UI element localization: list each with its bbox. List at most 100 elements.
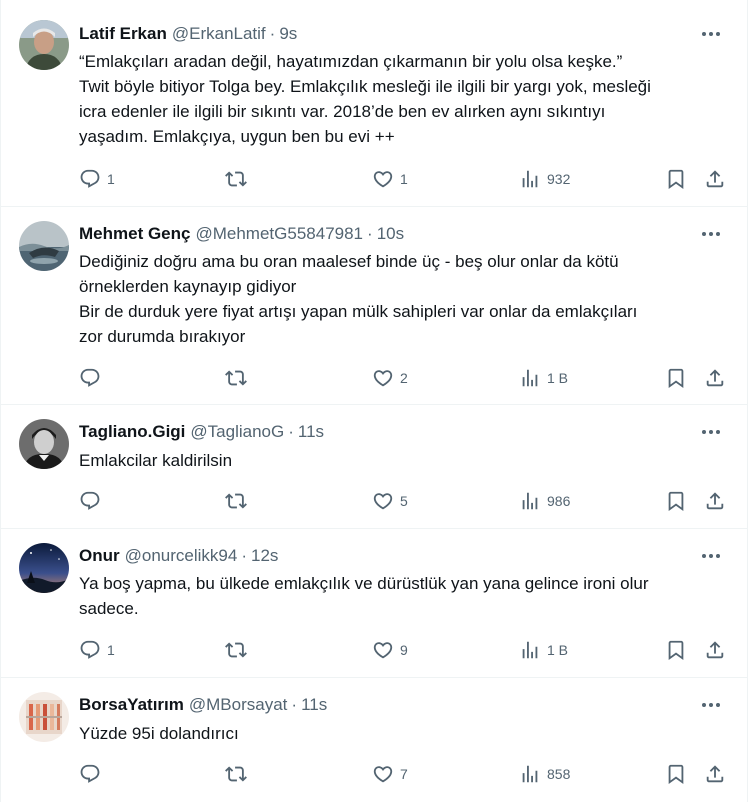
tweet-text: Emlakcilar kaldirilsin [79, 448, 729, 473]
like-button[interactable]: 1 [372, 167, 408, 191]
timestamp[interactable]: 10s [377, 224, 404, 244]
tweet-text-line: örneklerden kaynayıp gidiyor [79, 277, 297, 296]
share-button[interactable] [704, 167, 726, 191]
share-button[interactable] [704, 489, 726, 513]
reply-button[interactable] [79, 489, 107, 513]
retweet-icon [225, 493, 247, 509]
retweet-button[interactable] [225, 638, 253, 662]
like-button[interactable]: 9 [372, 638, 408, 662]
tweet-actions: 1 1 932 [1, 167, 747, 191]
like-button[interactable]: 2 [372, 366, 408, 390]
bookmark-button[interactable] [665, 366, 687, 390]
avatar-photo [19, 419, 69, 469]
views-count: 858 [547, 766, 571, 782]
tweet-text: “Emlakçıları aradan değil, hayatımızdan … [79, 49, 729, 149]
timestamp[interactable]: 9s [279, 24, 297, 44]
views-icon [522, 492, 538, 510]
tweet-text-line: Emlakcilar kaldirilsin [79, 451, 233, 470]
avatar-photo [19, 221, 69, 271]
tweet-text: Yüzde 95i dolandırıcı [79, 721, 729, 746]
reply-icon [80, 368, 100, 387]
bookmark-icon [668, 640, 684, 661]
retweet-button[interactable] [225, 366, 253, 390]
share-button[interactable] [704, 638, 726, 662]
user-name[interactable]: Mehmet Genç [79, 224, 190, 244]
reply-button[interactable] [79, 366, 107, 390]
reply-button[interactable] [79, 762, 107, 786]
share-icon [706, 492, 724, 510]
user-handle[interactable]: @MehmetG55847981 [195, 224, 363, 244]
retweet-button[interactable] [225, 762, 253, 786]
tweet-text-line: icra edenler ile ilgili bir sıkıntı var.… [79, 102, 606, 121]
views-count: 986 [547, 493, 571, 509]
user-name[interactable]: Onur [79, 546, 120, 566]
tweet[interactable]: BorsaYatırım @MBorsayat · 11s Yüzde 95i … [1, 678, 747, 802]
tweet-text: Ya boş yapma, bu ülkede emlakçılık ve dü… [79, 571, 729, 621]
user-handle[interactable]: @ErkanLatif [172, 24, 266, 44]
tweet[interactable]: Tagliano.Gigi @TaglianoG · 11s Emlakcila… [1, 405, 747, 529]
share-button[interactable] [704, 762, 726, 786]
avatar[interactable] [19, 221, 69, 271]
avatar[interactable] [19, 692, 69, 742]
timestamp[interactable]: 11s [301, 695, 327, 715]
bookmark-button[interactable] [665, 762, 687, 786]
more-icon[interactable] [701, 31, 721, 37]
user-handle[interactable]: @TaglianoG [190, 422, 284, 442]
separator-dot: · [269, 24, 276, 43]
bookmark-button[interactable] [665, 638, 687, 662]
tweet-header: Onur @onurcelikk94 · 12s [79, 545, 278, 567]
bookmark-icon [668, 169, 684, 190]
share-icon [706, 765, 724, 783]
tweet-header: BorsaYatırım @MBorsayat · 11s [79, 694, 327, 716]
views-button[interactable]: 1 B [519, 366, 568, 390]
tweet-text-line: “Emlakçıları aradan değil, hayatımızdan … [79, 52, 623, 71]
user-handle[interactable]: @onurcelikk94 [125, 546, 238, 566]
reply-button[interactable]: 1 [79, 167, 115, 191]
like-count: 9 [400, 642, 408, 658]
like-count: 5 [400, 493, 408, 509]
share-button[interactable] [704, 366, 726, 390]
avatar[interactable] [19, 20, 69, 70]
bookmark-button[interactable] [665, 489, 687, 513]
bookmark-button[interactable] [665, 167, 687, 191]
tweet-actions: 2 1 B [1, 366, 747, 390]
reply-icon [80, 491, 100, 510]
views-icon [522, 369, 538, 387]
tweet-actions: 7 858 [1, 762, 747, 786]
user-name[interactable]: BorsaYatırım [79, 695, 184, 715]
tweet-text: Dediğiniz doğru ama bu oran maalesef bin… [79, 249, 729, 349]
user-name[interactable]: Latif Erkan [79, 24, 167, 44]
views-button[interactable]: 858 [519, 762, 570, 786]
tweet[interactable]: Onur @onurcelikk94 · 12s Ya boş yapma, b… [1, 529, 747, 678]
avatar[interactable] [19, 543, 69, 593]
bookmark-icon [668, 764, 684, 785]
user-name[interactable]: Tagliano.Gigi [79, 422, 185, 442]
retweet-button[interactable] [225, 489, 253, 513]
views-button[interactable]: 986 [519, 489, 570, 513]
retweet-button[interactable] [225, 167, 253, 191]
reply-button[interactable]: 1 [79, 638, 115, 662]
more-icon[interactable] [701, 231, 721, 237]
views-button[interactable]: 932 [519, 167, 570, 191]
user-handle[interactable]: @MBorsayat [189, 695, 288, 715]
tweet[interactable]: Mehmet Genç @MehmetG55847981 · 10s Dediğ… [1, 207, 747, 405]
more-icon[interactable] [701, 429, 721, 435]
views-button[interactable]: 1 B [519, 638, 568, 662]
like-button[interactable]: 5 [372, 489, 408, 513]
like-button[interactable]: 7 [372, 762, 408, 786]
share-icon [706, 170, 724, 188]
more-icon[interactable] [701, 702, 721, 708]
timestamp[interactable]: 11s [298, 422, 324, 442]
tweet[interactable]: Latif Erkan @ErkanLatif · 9s “Emlakçılar… [1, 0, 747, 207]
like-count: 2 [400, 370, 408, 386]
tweet-header: Tagliano.Gigi @TaglianoG · 11s [79, 421, 324, 443]
reply-icon [80, 169, 100, 188]
avatar-photo [19, 543, 69, 593]
avatar[interactable] [19, 419, 69, 469]
bookmark-icon [668, 368, 684, 389]
separator-dot: · [288, 422, 294, 441]
timestamp[interactable]: 12s [251, 546, 278, 566]
more-icon[interactable] [701, 553, 721, 559]
retweet-icon [225, 642, 247, 658]
like-count: 7 [400, 766, 408, 782]
